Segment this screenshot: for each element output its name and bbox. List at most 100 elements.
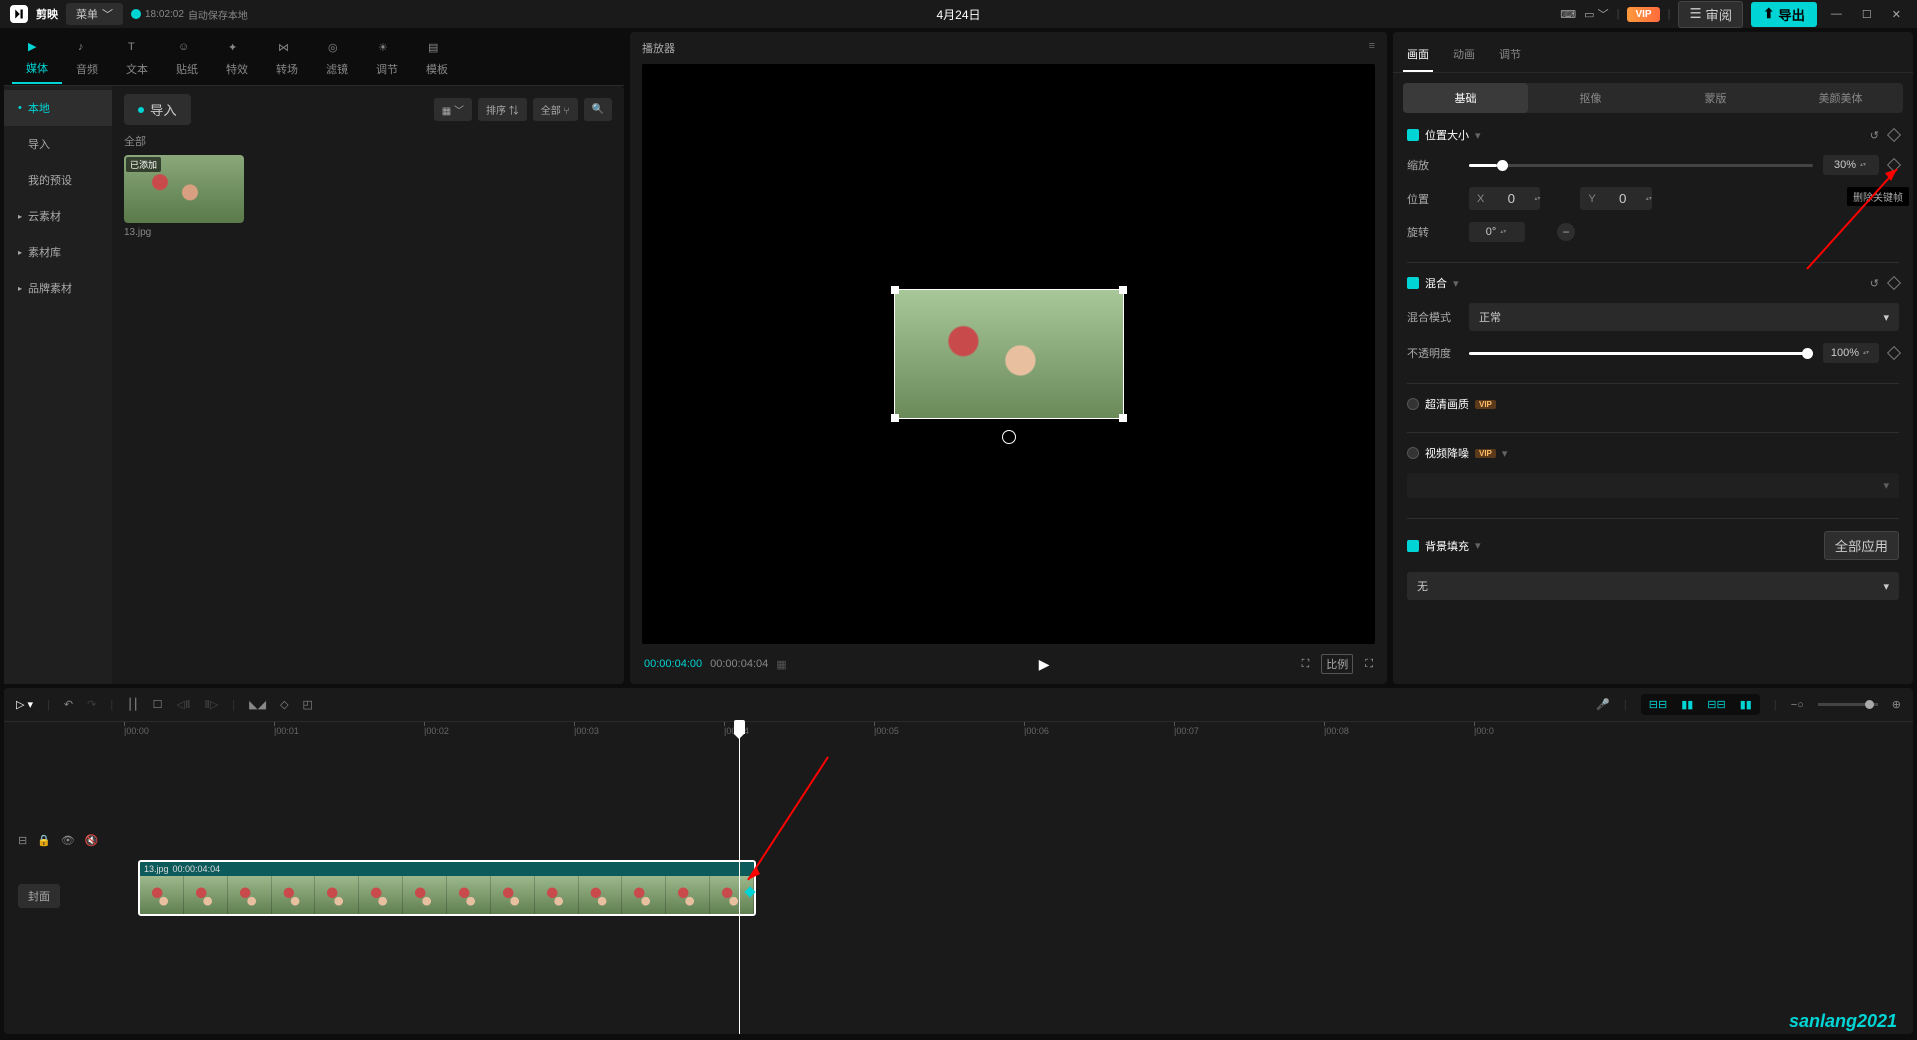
nav-item-0[interactable]: • 本地 — [4, 90, 112, 126]
media-thumb[interactable]: 已添加 — [124, 155, 244, 223]
nav-item-5[interactable]: ▸品牌素材 — [4, 270, 112, 306]
inspector-subtab-2[interactable]: 蒙版 — [1653, 83, 1778, 113]
focus-icon[interactable]: ⛶ — [1302, 658, 1310, 671]
opacity-slider[interactable] — [1469, 352, 1813, 355]
rotate-tool[interactable]: ◇ — [280, 698, 288, 711]
nav-item-2[interactable]: 我的预设 — [4, 162, 112, 198]
asset-tab-4[interactable]: ✦特效 — [212, 35, 262, 83]
mirror-tool[interactable]: ◣◢ — [249, 698, 266, 711]
position-x-input[interactable]: X▴▾ — [1469, 187, 1540, 210]
ratio-button[interactable]: 比例 — [1321, 654, 1353, 674]
play-button[interactable]: ▶ — [1039, 656, 1050, 673]
timeline-clip[interactable]: 13.jpg 00:00:04:04 — [138, 860, 756, 916]
vip-badge[interactable]: VIP — [1627, 7, 1659, 22]
inspector-subtab-0[interactable]: 基础 — [1403, 83, 1528, 113]
redo-button[interactable]: ↷ — [87, 698, 96, 711]
zoom-out[interactable]: −○ — [1791, 699, 1804, 711]
inspector-subtab-3[interactable]: 美颜美体 — [1778, 83, 1903, 113]
reset-icon[interactable]: ↺ — [1870, 277, 1879, 290]
cover-button[interactable]: 封面 — [18, 884, 60, 908]
split-tool[interactable]: ⎮⎮ — [127, 698, 138, 711]
player-canvas[interactable] — [642, 64, 1375, 644]
asset-tab-6[interactable]: ◎滤镜 — [312, 35, 362, 83]
inspector-tab-2[interactable]: 调节 — [1495, 38, 1525, 72]
asset-tab-7[interactable]: ☀调节 — [362, 35, 412, 83]
menu-button[interactable]: 菜单 ﹀ — [66, 3, 123, 25]
asset-tab-2[interactable]: T文本 — [112, 35, 162, 83]
chevron-down-icon[interactable]: ▾ — [1453, 277, 1459, 290]
inspector-tab-0[interactable]: 画面 — [1403, 38, 1433, 72]
nav-item-4[interactable]: ▸素材库 — [4, 234, 112, 270]
scale-keyframe[interactable] — [1887, 158, 1901, 172]
lock-icon[interactable]: 🔒 — [37, 834, 51, 847]
chevron-down-icon[interactable]: ▾ — [1475, 129, 1481, 142]
undo-button[interactable]: ↶ — [64, 698, 73, 711]
opacity-keyframe[interactable] — [1887, 346, 1901, 360]
asset-tab-8[interactable]: ▤模板 — [412, 35, 462, 83]
ruler-mark: |00:0 — [1474, 726, 1494, 736]
denoise-select[interactable]: ▾ — [1407, 473, 1899, 498]
eye-icon[interactable]: 👁 — [61, 834, 75, 847]
opacity-value[interactable]: 100%▴▾ — [1823, 343, 1879, 363]
fullscreen-icon[interactable]: ⛶ — [1365, 658, 1373, 671]
keyframe-icon[interactable] — [1887, 128, 1901, 142]
player-menu-icon[interactable]: ≡ — [1369, 40, 1375, 56]
snap-3[interactable]: ⊟⊟ — [1703, 696, 1729, 713]
zoom-slider[interactable] — [1818, 703, 1878, 706]
asset-tab-3[interactable]: ☺贴纸 — [162, 35, 212, 83]
scale-value[interactable]: 30%▴▾ — [1823, 155, 1879, 175]
right-delete-tool[interactable]: Ⅱ▷ — [204, 698, 218, 711]
keyboard-icon[interactable]: ⌨ — [1560, 8, 1576, 21]
position-y-input[interactable]: Y▴▾ — [1580, 187, 1651, 210]
minimize-button[interactable]: — — [1825, 8, 1848, 20]
import-button[interactable]: 导入 — [124, 94, 191, 125]
scale-slider[interactable] — [1469, 164, 1813, 167]
left-delete-tool[interactable]: ◁Ⅱ — [177, 698, 191, 711]
sort-button[interactable]: 排序 ⇅ — [478, 98, 527, 121]
filter-button[interactable]: 全部 ⑂ — [533, 98, 578, 121]
apply-all-button[interactable]: 全部应用 — [1824, 531, 1899, 560]
chevron-down-icon[interactable]: ▾ — [1502, 447, 1508, 460]
position-size-checkbox[interactable] — [1407, 129, 1419, 141]
grid-view-button[interactable]: ▦ ﹀ — [434, 98, 472, 121]
maximize-button[interactable]: ☐ — [1856, 8, 1878, 21]
crop-tool[interactable]: ◰ — [303, 698, 313, 711]
inspector-tab-1[interactable]: 动画 — [1449, 38, 1479, 72]
timeline-ruler[interactable]: |00:00|00:01|00:02|00:03|00:04|00:05|00:… — [124, 722, 1913, 742]
grid-icon[interactable]: ▦ — [776, 658, 786, 671]
bg-checkbox[interactable] — [1407, 540, 1419, 552]
track-toggle-1[interactable]: ⊟ — [18, 834, 27, 847]
reset-icon[interactable]: ↺ — [1870, 129, 1879, 142]
export-button[interactable]: ⬆导出 — [1751, 2, 1817, 27]
rotate-value[interactable]: 0°▴▾ — [1469, 222, 1525, 242]
nav-item-3[interactable]: ▸云素材 — [4, 198, 112, 234]
asset-tab-0[interactable]: ▶媒体 — [12, 34, 62, 84]
asset-tab-1[interactable]: ♪音频 — [62, 35, 112, 83]
playhead[interactable] — [739, 722, 740, 1034]
mic-icon[interactable]: 🎤 — [1596, 698, 1610, 711]
blend-checkbox[interactable] — [1407, 277, 1419, 289]
asset-tab-5[interactable]: ⋈转场 — [262, 35, 312, 83]
selection-tool[interactable]: ▷ ▾ — [16, 698, 33, 711]
keyframe-icon[interactable] — [1887, 276, 1901, 290]
inspector-subtab-1[interactable]: 抠像 — [1528, 83, 1653, 113]
delete-tool[interactable]: ☐ — [153, 698, 163, 711]
mute-icon[interactable]: 🔇 — [85, 834, 99, 847]
bg-select[interactable]: 无▾ — [1407, 572, 1899, 600]
close-button[interactable]: ✕ — [1886, 8, 1907, 21]
nav-item-1[interactable]: 导入 — [4, 126, 112, 162]
snap-1[interactable]: ⊟⊟ — [1645, 696, 1671, 713]
video-transform-box[interactable] — [894, 289, 1124, 419]
hd-checkbox[interactable] — [1407, 398, 1419, 410]
snap-2[interactable]: ▮▮ — [1677, 696, 1697, 713]
chevron-down-icon[interactable]: ▾ — [1475, 539, 1481, 552]
search-button[interactable]: 🔍 — [584, 98, 612, 121]
blend-mode-select[interactable]: 正常▾ — [1469, 303, 1899, 331]
layout-icon[interactable]: ▭ ﹀ — [1584, 6, 1608, 22]
snap-4[interactable]: ▮▮ — [1736, 696, 1756, 713]
zoom-fit[interactable]: ⊕ — [1892, 698, 1901, 711]
flip-button[interactable]: − — [1557, 223, 1575, 241]
denoise-checkbox[interactable] — [1407, 447, 1419, 459]
review-button[interactable]: ☰ 审阅 — [1678, 1, 1743, 28]
rotate-handle[interactable] — [1002, 430, 1016, 444]
